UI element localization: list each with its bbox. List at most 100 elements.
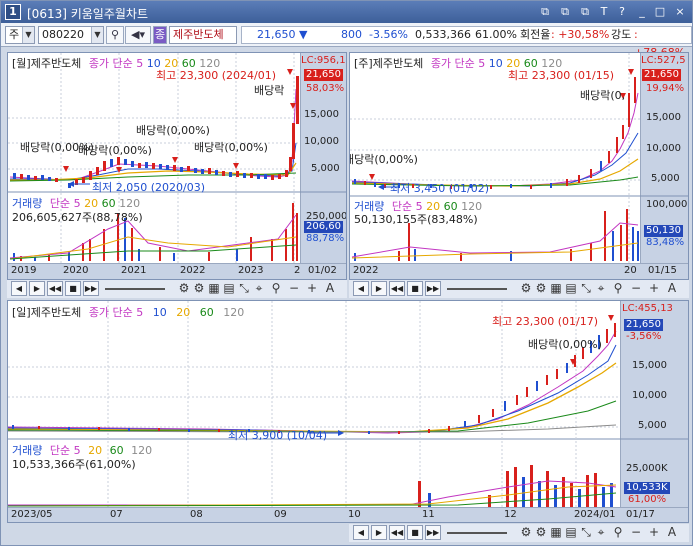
scroll-end-button[interactable]: ▶▶ <box>425 525 441 540</box>
zoom-out-button[interactable]: − <box>629 281 643 296</box>
scroll-right-button[interactable]: ▶ <box>371 281 387 296</box>
monthly-name: [월]제주반도체 <box>12 57 82 70</box>
crosshair-icon[interactable]: ⌖ <box>252 281 266 296</box>
grid-icon[interactable]: ▤ <box>564 525 578 540</box>
monthly-zoom-slider[interactable] <box>105 288 165 290</box>
gear-icon[interactable]: ⚙ <box>192 281 206 296</box>
line-tool-icon[interactable]: ⤡ <box>579 525 593 540</box>
daily-ma10: 10 <box>152 306 167 319</box>
table-icon[interactable]: ▦ <box>207 281 221 296</box>
line-tool-icon[interactable]: ⤡ <box>237 281 251 296</box>
help-icon[interactable]: ? <box>615 5 629 19</box>
search-icon[interactable]: ⚲ <box>106 26 124 44</box>
font-icon[interactable]: T <box>597 5 611 19</box>
daily-zoom-slider[interactable] <box>447 532 507 534</box>
zoom-in-button[interactable]: + <box>647 525 661 540</box>
scroll-start-button[interactable]: ◀◀ <box>47 281 63 296</box>
stop-button[interactable]: ■ <box>65 281 81 296</box>
daily-control-bar: ◀ ▶ ◀◀ ■ ▶▶ ⚙ ⚙ ▦ ▤ ⤡ ⌖ ⚲ − + A <box>349 524 689 542</box>
price-value: 21,650 <box>257 28 296 41</box>
scroll-left-button[interactable]: ◀ <box>353 525 369 540</box>
weekly-zoom-slider[interactable] <box>447 288 507 290</box>
magnifier-icon[interactable]: ⚲ <box>611 281 625 296</box>
daily-high-label: 최고 23,300 (01/17) <box>492 315 599 328</box>
weekly-tick-10000: 10,000 <box>646 143 681 154</box>
daily-date: 01/17 <box>626 509 655 520</box>
weekly-vol-pct: 83,48% <box>646 237 685 248</box>
code-input[interactable]: 080220 ▼ <box>38 26 104 44</box>
crosshair-icon[interactable]: ⌖ <box>594 525 608 540</box>
text-size-button[interactable]: A <box>665 281 679 296</box>
grid-icon[interactable]: ▤ <box>564 281 578 296</box>
line-tool-icon[interactable]: ⤡ <box>579 281 593 296</box>
daily-vol-tick: 25,000K <box>626 463 668 474</box>
weekly-ma5: 5 <box>478 57 486 70</box>
daily-low-label: 최저 3,900 (10/04) <box>228 429 328 442</box>
market-value: 주 <box>9 28 20 41</box>
weekly-type[interactable]: 종가 단순 <box>431 57 475 70</box>
stop-button[interactable]: ■ <box>407 281 423 296</box>
weekly-vol-box: 50,130 <box>644 225 683 237</box>
scroll-end-button[interactable]: ▶▶ <box>425 281 441 296</box>
daily-x-label: 10 <box>348 509 361 520</box>
daily-x-label: 11 <box>422 509 435 520</box>
monthly-high-label: 최고 23,300 (2024/01) <box>156 69 277 82</box>
change-percent: -3.56% <box>369 28 408 41</box>
scroll-right-button[interactable]: ▶ <box>29 281 45 296</box>
stop-button[interactable]: ■ <box>407 525 423 540</box>
weekly-pct-box: 19,94% <box>646 83 685 94</box>
market-select[interactable]: 주 ▼ <box>5 26 35 44</box>
scroll-start-button[interactable]: ◀◀ <box>389 525 405 540</box>
maximize-button[interactable]: □ <box>653 5 667 19</box>
text-size-button[interactable]: A <box>323 281 337 296</box>
scroll-left-button[interactable]: ◀ <box>11 281 27 296</box>
gear-icon[interactable]: ⚙ <box>534 281 548 296</box>
weekly-date: 01/15 <box>648 265 677 276</box>
daily-lc: LC:455,13 <box>622 303 673 314</box>
volume-value: 0,533,366 <box>415 28 471 41</box>
weekly-volume-value: 50,130,155주(83,48%) <box>354 213 478 226</box>
strength-label: 강도 <box>611 28 632 41</box>
scroll-start-button[interactable]: ◀◀ <box>389 281 405 296</box>
monthly-lc: LC:956,1 <box>301 55 346 66</box>
monthly-type[interactable]: 종가 단순 <box>89 57 133 70</box>
zoom-out-button[interactable]: − <box>287 281 301 296</box>
close-button[interactable]: × <box>673 5 687 19</box>
table-icon[interactable]: ▦ <box>549 525 563 540</box>
stock-name: 제주반도체 <box>169 26 237 44</box>
weekly-x-2024: 20 <box>624 265 637 276</box>
speaker-icon[interactable]: ◀▾ <box>125 26 151 44</box>
copy-icon[interactable]: ⧉ <box>558 5 572 19</box>
daily-x-label: 08 <box>190 509 203 520</box>
daily-vol-pct: 61,00% <box>628 494 667 505</box>
link-icon[interactable]: ⧉ <box>538 5 552 19</box>
minimize-button[interactable]: _ <box>635 5 649 19</box>
table-icon[interactable]: ▦ <box>549 281 563 296</box>
chevron-down-icon[interactable]: ▼ <box>91 27 103 43</box>
grid-icon[interactable]: ▤ <box>222 281 236 296</box>
magnifier-icon[interactable]: ⚲ <box>269 281 283 296</box>
zoom-out-button[interactable]: − <box>629 525 643 540</box>
monthly-tick-15000: 15,000 <box>304 109 339 120</box>
gear-icon[interactable]: ⚙ <box>519 281 533 296</box>
zoom-in-button[interactable]: + <box>305 281 319 296</box>
window-number[interactable]: 1 <box>5 4 21 20</box>
daily-price-box: 21,650 <box>624 319 663 331</box>
monthly-chart-panel: [월]제주반도체 종가 단순 5 10 20 60 120 LC:956,1 2… <box>7 52 347 280</box>
gear-icon[interactable]: ⚙ <box>519 525 533 540</box>
daily-type[interactable]: 종가 단순 <box>89 306 133 319</box>
monthly-x-2020: 2020 <box>63 265 89 276</box>
magnifier-icon[interactable]: ⚲ <box>611 525 625 540</box>
gear-icon[interactable]: ⚙ <box>534 525 548 540</box>
zoom-in-button[interactable]: + <box>647 281 661 296</box>
scroll-left-button[interactable]: ◀ <box>353 281 369 296</box>
chevron-down-icon[interactable]: ▼ <box>22 27 34 43</box>
window-icon[interactable]: ⧉ <box>578 5 592 19</box>
scroll-end-button[interactable]: ▶▶ <box>83 281 99 296</box>
daily-x-label: 09 <box>274 509 287 520</box>
text-size-button[interactable]: A <box>665 525 679 540</box>
scroll-right-button[interactable]: ▶ <box>371 525 387 540</box>
turnover-value: : +30,58% <box>551 28 610 41</box>
gear-icon[interactable]: ⚙ <box>177 281 191 296</box>
crosshair-icon[interactable]: ⌖ <box>594 281 608 296</box>
